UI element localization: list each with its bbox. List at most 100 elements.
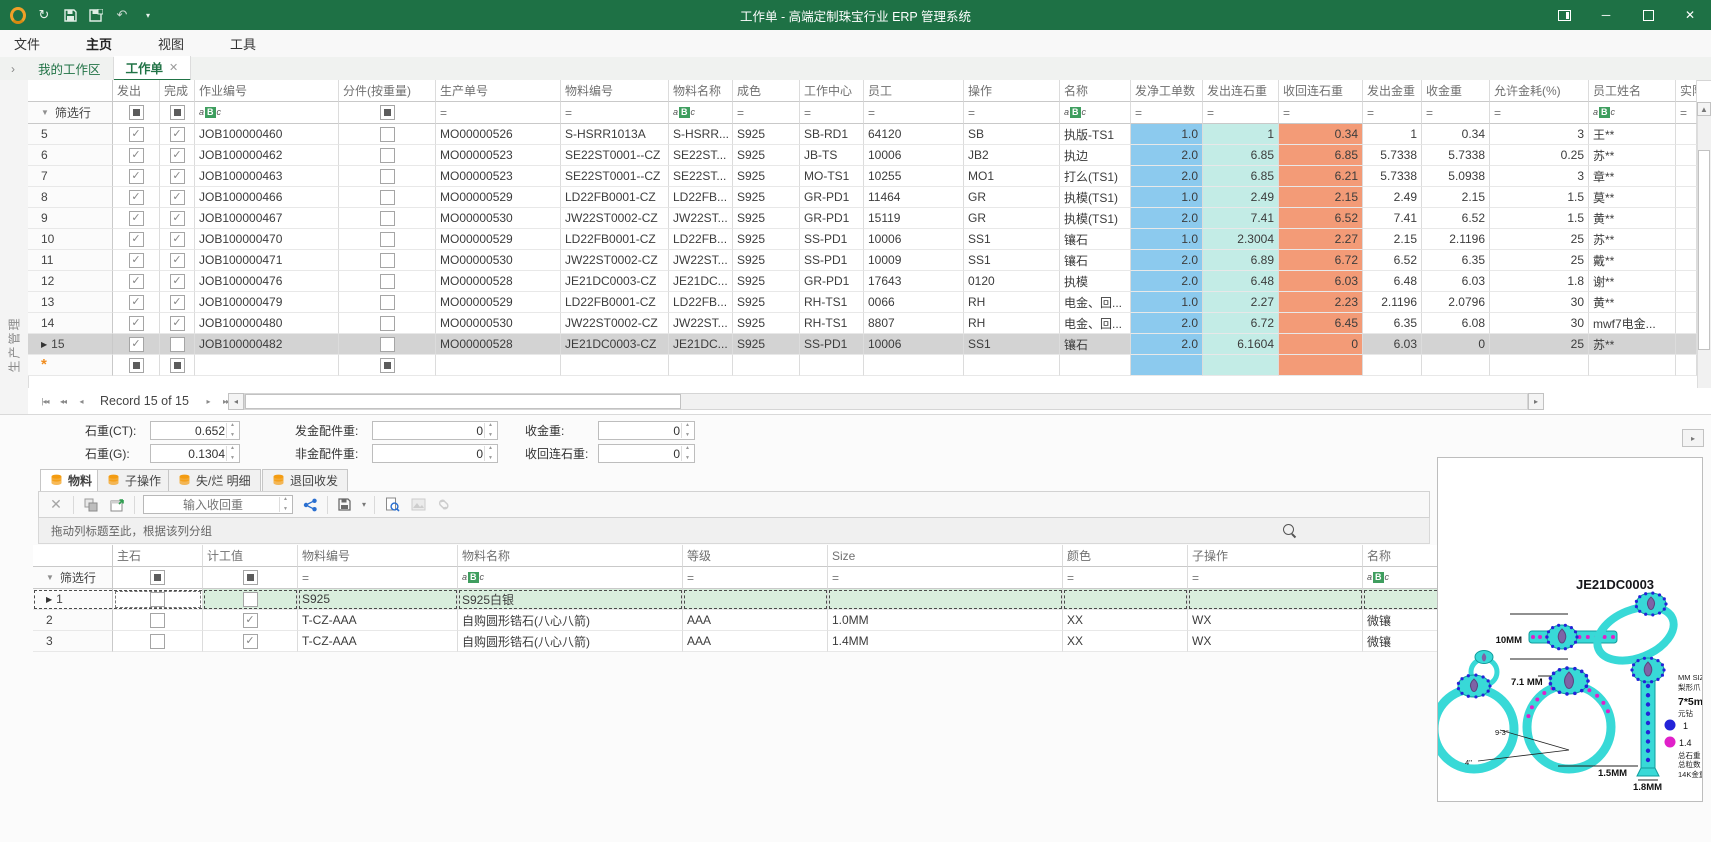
cell-net_orders[interactable]: 2.0: [1131, 313, 1203, 334]
column-header-size[interactable]: Size: [828, 545, 1063, 567]
cell-emp_name[interactable]: 苏**: [1589, 334, 1676, 355]
cell-send_stone[interactable]: 6.72: [1203, 313, 1279, 334]
cell-mo[interactable]: MO00000530: [436, 250, 561, 271]
cell-net_orders[interactable]: 1.0: [1131, 187, 1203, 208]
checkbox[interactable]: [380, 295, 395, 310]
new-row-cell-emp[interactable]: [864, 355, 964, 376]
cell-op[interactable]: MO1: [964, 166, 1060, 187]
cell-send[interactable]: [113, 145, 160, 166]
row-header[interactable]: ▶1: [33, 589, 113, 610]
equals-filter-icon[interactable]: =: [440, 106, 447, 120]
cell-recv_gold[interactable]: 2.15: [1422, 187, 1490, 208]
cell-allow_loss[interactable]: 3: [1490, 166, 1589, 187]
filter-cell-wc[interactable]: =: [800, 102, 864, 124]
cell-done[interactable]: [160, 208, 195, 229]
new-row-cell-wc[interactable]: [800, 355, 864, 376]
equals-filter-icon[interactable]: =: [968, 106, 975, 120]
cell-send[interactable]: [113, 334, 160, 355]
cell-emp_name[interactable]: 苏**: [1589, 145, 1676, 166]
row-header[interactable]: 7: [28, 166, 113, 187]
checkbox[interactable]: [170, 211, 185, 226]
toolbar-dropdown-icon[interactable]: ▾: [140, 7, 156, 23]
cell-job[interactable]: JOB100000463: [195, 166, 339, 187]
hscroll-left-button[interactable]: ◂: [228, 393, 244, 410]
cell-job[interactable]: JOB100000476: [195, 271, 339, 292]
nav-prev-button[interactable]: ◂: [72, 393, 90, 409]
cell-grade[interactable]: AAA: [683, 610, 828, 631]
cell-mat_code[interactable]: LD22FB0001-CZ: [561, 292, 669, 313]
filter-cell-mo[interactable]: =: [436, 102, 561, 124]
cell-mat_name[interactable]: JW22ST...: [669, 250, 733, 271]
table-row[interactable]: 6JOB100000462MO00000523SE22ST0001--CZSE2…: [28, 145, 1697, 166]
cell-allow_loss[interactable]: 30: [1490, 313, 1589, 334]
cell-wc[interactable]: SS-PD1: [800, 229, 864, 250]
recv-stone-weight-field[interactable]: ▲▼: [598, 444, 695, 463]
cell-purity[interactable]: S925: [733, 145, 800, 166]
checkbox[interactable]: [150, 570, 165, 585]
checkbox[interactable]: [129, 295, 144, 310]
checkbox[interactable]: [129, 232, 144, 247]
cell-mo[interactable]: MO00000526: [436, 124, 561, 145]
cell-send_gold[interactable]: 6.35: [1363, 313, 1422, 334]
checkbox[interactable]: [129, 316, 144, 331]
cell-split[interactable]: [339, 334, 436, 355]
cell-send_gold[interactable]: 2.1196: [1363, 292, 1422, 313]
checkbox[interactable]: [170, 169, 185, 184]
cell-recv_stone[interactable]: 2.23: [1279, 292, 1363, 313]
cell-sub_op[interactable]: WX: [1188, 610, 1363, 631]
equals-filter-icon[interactable]: =: [1494, 106, 1501, 120]
cell-purity[interactable]: S925: [733, 271, 800, 292]
cell-emp[interactable]: 10006: [864, 334, 964, 355]
checkbox[interactable]: [380, 190, 395, 205]
cell-mat_code[interactable]: S-HSRR1013A: [561, 124, 669, 145]
cell-send_gold[interactable]: 5.7338: [1363, 166, 1422, 187]
cell-mat_code[interactable]: JE21DC0003-CZ: [561, 334, 669, 355]
tab-materials[interactable]: 物料: [40, 469, 102, 492]
cell-size[interactable]: [828, 589, 1063, 610]
sent-gold-parts-field[interactable]: ▲▼: [372, 421, 498, 440]
equals-filter-icon[interactable]: =: [1067, 571, 1074, 585]
cell-send_stone[interactable]: 2.27: [1203, 292, 1279, 313]
filter-cell-op[interactable]: =: [964, 102, 1060, 124]
column-header-recv_stone[interactable]: 收回连石重: [1279, 80, 1363, 102]
cell-purity[interactable]: S925: [733, 124, 800, 145]
cell-emp_name[interactable]: 谢**: [1589, 271, 1676, 292]
cell-allow_loss[interactable]: 25: [1490, 334, 1589, 355]
cell-net_orders[interactable]: 1.0: [1131, 124, 1203, 145]
filter-cell-main_stone[interactable]: [113, 567, 203, 589]
cell-net_orders[interactable]: 1.0: [1131, 292, 1203, 313]
cell-op[interactable]: RH: [964, 292, 1060, 313]
cell-name[interactable]: 镶石: [1060, 334, 1131, 355]
cell-mo[interactable]: MO00000528: [436, 271, 561, 292]
cell-split[interactable]: [339, 229, 436, 250]
checkbox[interactable]: [129, 253, 144, 268]
filter-cell-name[interactable]: aBc: [1060, 102, 1131, 124]
cell-job[interactable]: JOB100000467: [195, 208, 339, 229]
cell-net_orders[interactable]: 1.0: [1131, 229, 1203, 250]
cell-recv_gold[interactable]: 5.7338: [1422, 145, 1490, 166]
filter-cell-send[interactable]: [113, 102, 160, 124]
checkbox[interactable]: [129, 169, 144, 184]
cell-send_gold[interactable]: 6.48: [1363, 271, 1422, 292]
column-header-actual[interactable]: 实际允...: [1676, 80, 1697, 102]
cell-mo[interactable]: MO00000530: [436, 208, 561, 229]
filter-row[interactable]: ▼筛选行aBc==aBc====aBc======aBc=: [28, 102, 1697, 124]
filter-cell-actual[interactable]: =: [1676, 102, 1697, 124]
copy-icon[interactable]: [82, 496, 100, 514]
refresh-icon[interactable]: ↻: [36, 7, 52, 23]
checkbox[interactable]: [380, 232, 395, 247]
column-header-emp[interactable]: 员工: [864, 80, 964, 102]
equals-filter-icon[interactable]: =: [1426, 106, 1433, 120]
cell-send_gold[interactable]: 6.52: [1363, 250, 1422, 271]
cell-wc[interactable]: SB-RD1: [800, 124, 864, 145]
filter-cell-job[interactable]: aBc: [195, 102, 339, 124]
cell-send_gold[interactable]: 2.49: [1363, 187, 1422, 208]
cell-name[interactable]: 执边: [1060, 145, 1131, 166]
cell-actual[interactable]: [1676, 313, 1697, 334]
column-header-recv_gold[interactable]: 收金重: [1422, 80, 1490, 102]
cell-mat_code[interactable]: SE22ST0001--CZ: [561, 145, 669, 166]
checkbox[interactable]: [129, 358, 144, 373]
column-header-wc[interactable]: 工作中心: [800, 80, 864, 102]
cell-recv_stone[interactable]: 2.27: [1279, 229, 1363, 250]
checkbox[interactable]: [380, 105, 395, 120]
